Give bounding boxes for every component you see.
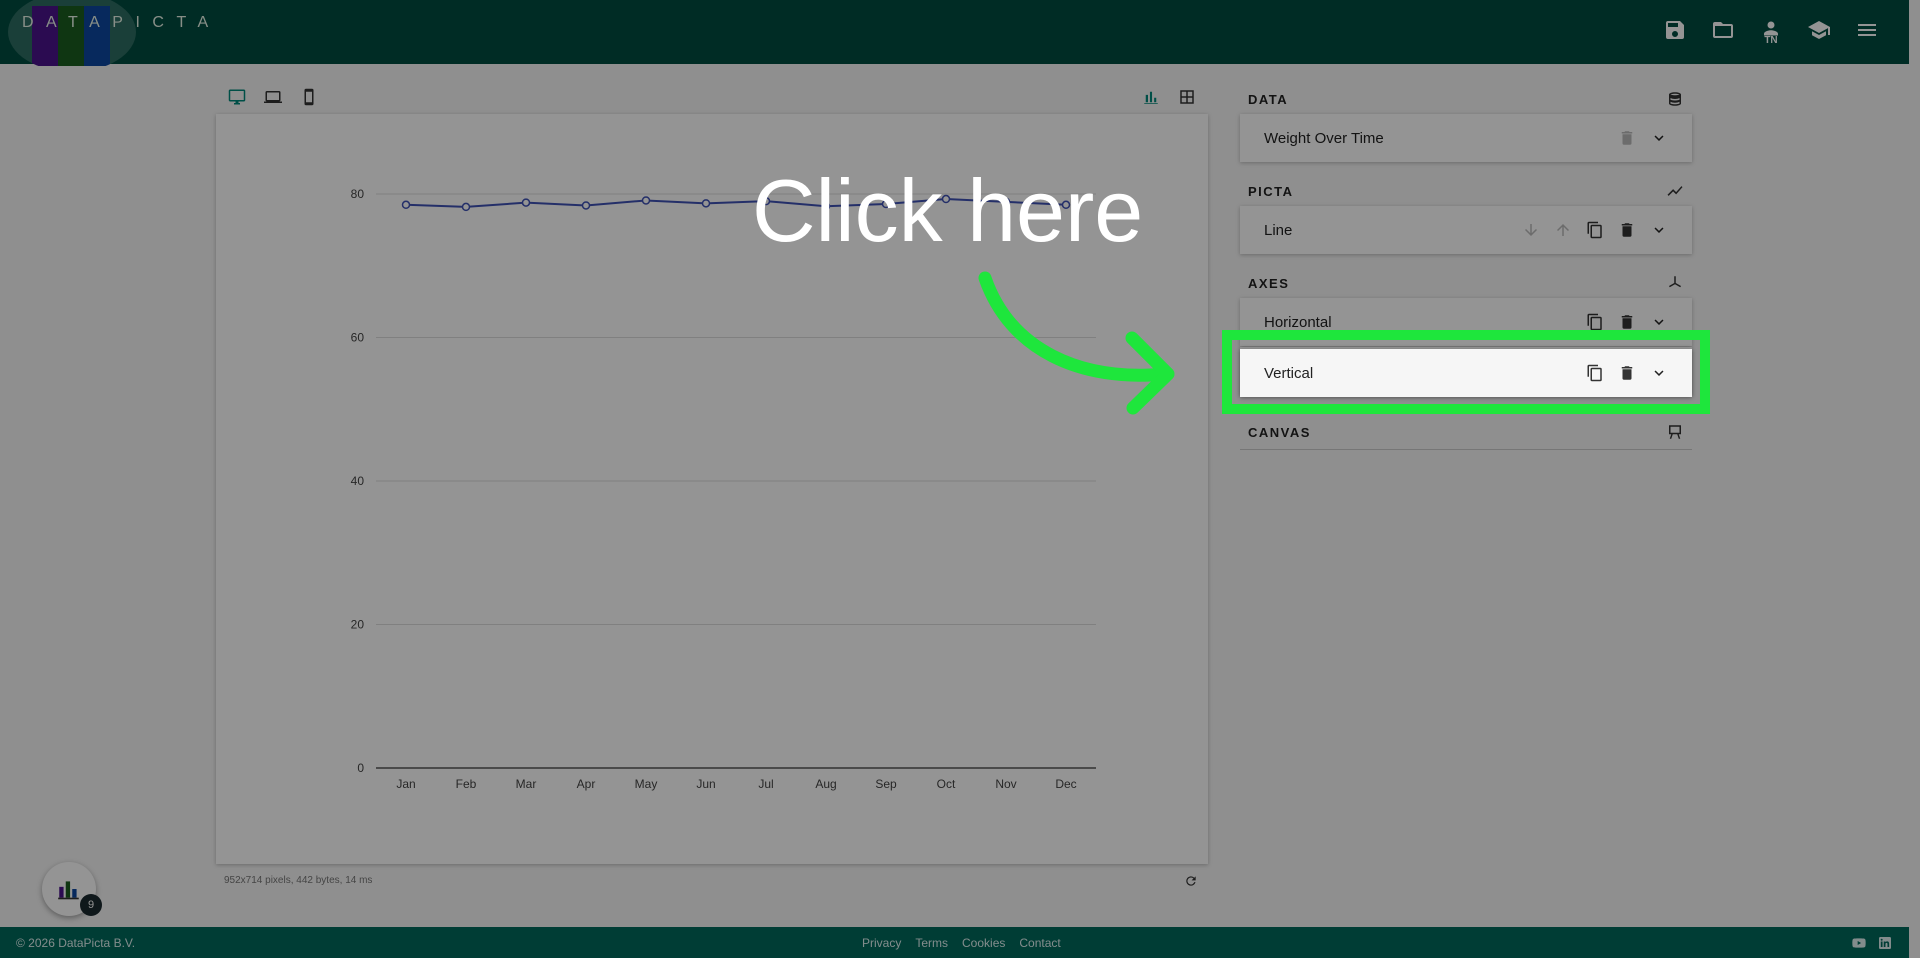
x-tick-label: Nov bbox=[995, 777, 1016, 791]
x-tick-label: Oct bbox=[937, 777, 956, 791]
picta-item-label: Line bbox=[1264, 221, 1293, 239]
notification-badge: 9 bbox=[80, 894, 102, 916]
x-tick-label: Aug bbox=[815, 777, 836, 791]
app-header: DATAPICTA TN bbox=[0, 0, 1909, 72]
section-title-data: DATA bbox=[1248, 91, 1289, 107]
refresh-icon[interactable] bbox=[1184, 874, 1198, 893]
footer-links: Privacy Terms Cookies Contact bbox=[862, 936, 1061, 950]
data-item-label: Weight Over Time bbox=[1264, 129, 1384, 147]
y-tick-label: 0 bbox=[357, 761, 364, 775]
section-canvas: CANVAS bbox=[1240, 419, 1692, 445]
bar-chart-icon[interactable] bbox=[1142, 88, 1160, 111]
privacy-link[interactable]: Privacy bbox=[862, 936, 901, 950]
account-icon[interactable]: TN bbox=[1759, 18, 1783, 46]
picta-item-line[interactable]: Line bbox=[1240, 206, 1692, 254]
x-tick-label: Jun bbox=[696, 777, 715, 791]
easel-icon bbox=[1669, 425, 1681, 439]
axes-icon bbox=[1669, 276, 1681, 288]
section-title-picta: PICTA bbox=[1248, 183, 1294, 199]
highlight-box bbox=[1222, 330, 1710, 414]
chevron-down-icon[interactable] bbox=[1650, 221, 1668, 239]
school-icon[interactable] bbox=[1807, 18, 1831, 46]
copyright: © 2026 DataPicta B.V. bbox=[16, 936, 136, 950]
canvas-divider bbox=[1240, 449, 1692, 450]
x-tick-label: Dec bbox=[1055, 777, 1076, 791]
bar-chart-icon bbox=[58, 881, 79, 900]
table-icon[interactable] bbox=[1178, 88, 1196, 111]
callout-arrow-icon bbox=[978, 271, 1175, 415]
duplicate-icon[interactable] bbox=[1586, 313, 1604, 331]
header-actions: TN bbox=[1663, 18, 1879, 46]
phone-icon[interactable] bbox=[300, 88, 318, 111]
logo-text: DATAPICTA bbox=[22, 14, 221, 31]
data-point[interactable] bbox=[641, 196, 651, 205]
x-tick-label: Feb bbox=[456, 777, 477, 791]
x-tick-label: Sep bbox=[875, 777, 897, 791]
data-point[interactable] bbox=[521, 198, 531, 207]
laptop-icon[interactable] bbox=[264, 88, 282, 111]
database-icon bbox=[1669, 92, 1681, 106]
x-tick-label: Mar bbox=[516, 777, 537, 791]
axes-item-label: Horizontal bbox=[1264, 313, 1332, 331]
chart-render-info: 952x714 pixels, 442 bytes, 14 ms bbox=[224, 875, 373, 886]
device-toggles bbox=[228, 88, 318, 111]
line-chart-icon bbox=[1667, 186, 1683, 196]
chevron-down-icon[interactable] bbox=[1650, 313, 1668, 331]
terms-link[interactable]: Terms bbox=[915, 936, 948, 950]
y-tick-label: 80 bbox=[351, 187, 365, 201]
cookies-link[interactable]: Cookies bbox=[962, 936, 1005, 950]
data-point[interactable] bbox=[401, 200, 411, 210]
y-tick-label: 60 bbox=[351, 331, 365, 345]
data-point[interactable] bbox=[701, 199, 711, 208]
section-axes: AXES bbox=[1240, 270, 1692, 296]
x-tick-label: Jul bbox=[758, 777, 773, 791]
linkedin-icon[interactable] bbox=[1877, 935, 1893, 951]
view-toggles bbox=[1142, 88, 1196, 111]
save-icon[interactable] bbox=[1663, 18, 1687, 46]
arrow-up-icon[interactable] bbox=[1554, 221, 1572, 239]
logo-circle bbox=[8, 0, 136, 72]
youtube-icon[interactable] bbox=[1851, 935, 1867, 951]
delete-icon[interactable] bbox=[1618, 313, 1636, 331]
app-footer: © 2026 DataPicta B.V. Privacy Terms Cook… bbox=[0, 927, 1909, 958]
section-data: DATA bbox=[1240, 86, 1692, 112]
datapicta-logo[interactable]: DATAPICTA bbox=[8, 0, 208, 72]
chevron-down-icon[interactable] bbox=[1650, 129, 1668, 147]
user-initials: TN bbox=[1764, 35, 1778, 46]
y-tick-label: 40 bbox=[351, 474, 365, 488]
section-picta: PICTA bbox=[1240, 178, 1692, 204]
folder-open-icon[interactable] bbox=[1711, 18, 1735, 46]
data-point[interactable] bbox=[581, 201, 591, 210]
x-tick-label: May bbox=[635, 777, 658, 791]
section-title-axes: AXES bbox=[1248, 275, 1290, 291]
delete-icon[interactable] bbox=[1618, 221, 1636, 239]
data-item-weight-over-time[interactable]: Weight Over Time bbox=[1240, 114, 1692, 162]
desktop-icon[interactable] bbox=[228, 88, 246, 111]
x-tick-label: Jan bbox=[396, 777, 415, 791]
menu-icon[interactable] bbox=[1855, 18, 1879, 46]
x-tick-label: Apr bbox=[577, 777, 596, 791]
duplicate-icon[interactable] bbox=[1586, 221, 1604, 239]
callout-text: Click here bbox=[752, 161, 1144, 260]
contact-link[interactable]: Contact bbox=[1019, 936, 1060, 950]
data-point[interactable] bbox=[461, 202, 471, 212]
social-links bbox=[1851, 935, 1893, 951]
delete-icon[interactable] bbox=[1618, 129, 1636, 147]
y-tick-label: 20 bbox=[351, 618, 365, 632]
arrow-down-icon[interactable] bbox=[1522, 221, 1540, 239]
section-title-canvas: CANVAS bbox=[1248, 424, 1311, 440]
